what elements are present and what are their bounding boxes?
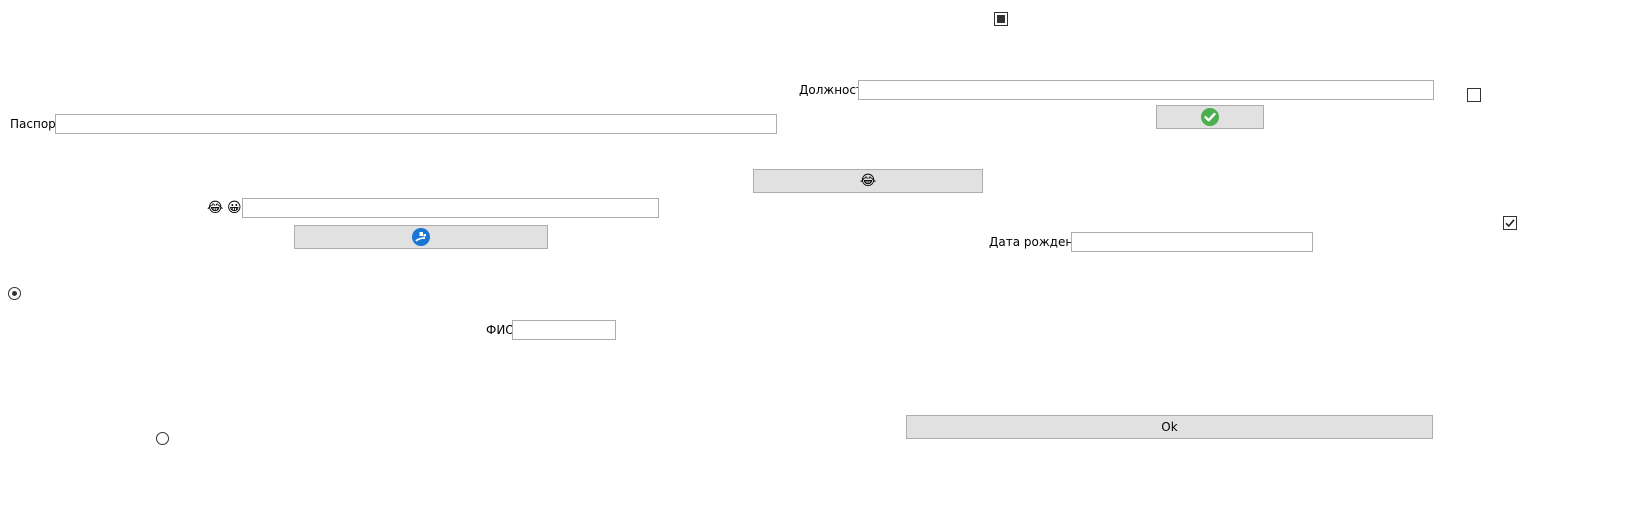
emoji-button[interactable]: 😂	[753, 169, 983, 193]
emoji-field-input[interactable]	[242, 198, 659, 218]
grinning-emoji-label: 😀	[227, 200, 242, 216]
laughing-emoji-label: 😂	[207, 200, 224, 216]
check-circle-icon	[1201, 108, 1219, 126]
radio-unselected[interactable]	[156, 432, 169, 445]
position-input[interactable]	[858, 80, 1434, 100]
ok-button[interactable]: Ok	[906, 415, 1433, 439]
laughing-emoji-icon: 😂	[859, 173, 877, 189]
right-checkbox-checked[interactable]	[1503, 216, 1517, 230]
fio-label: ФИО	[486, 323, 515, 337]
birthdate-input[interactable]	[1071, 232, 1313, 252]
blue-circle-share-icon	[412, 228, 430, 246]
fio-input[interactable]	[512, 320, 616, 340]
top-checkbox-indeterminate[interactable]	[994, 12, 1008, 26]
passport-input[interactable]	[55, 114, 777, 134]
share-button[interactable]	[294, 225, 548, 249]
ok-button-label: Ok	[1161, 420, 1178, 434]
checkmark-icon	[1505, 219, 1515, 228]
radio-dot	[12, 291, 17, 296]
right-checkbox-unchecked[interactable]	[1467, 88, 1481, 102]
radio-selected[interactable]	[8, 287, 21, 300]
indeterminate-mark	[997, 15, 1005, 23]
confirm-button[interactable]	[1156, 105, 1264, 129]
